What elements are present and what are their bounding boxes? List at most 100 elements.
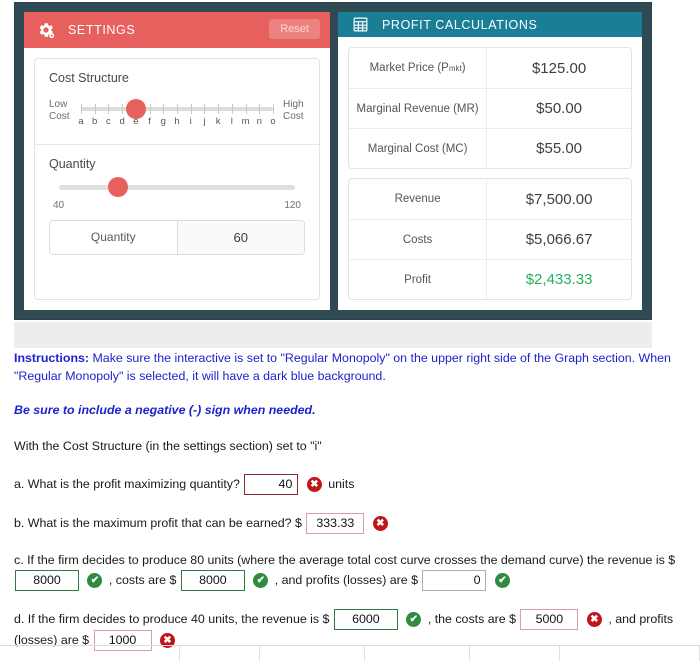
instructions-text: Make sure the interactive is set to "Reg… — [14, 351, 671, 383]
cost-structure-tick — [231, 104, 233, 114]
quantity-slider-thumb[interactable] — [108, 177, 128, 197]
profit-panel-header: PROFIT CALCULATIONS — [338, 12, 642, 37]
quantity-slider-track[interactable] — [59, 177, 295, 197]
summary-label-cell: Revenue — [349, 179, 488, 219]
question-content: Instructions: Make sure the interactive … — [14, 350, 686, 669]
quantity-range-labels: 40 120 — [53, 200, 301, 211]
quantity-input-group[interactable]: Quantity 60 — [49, 220, 305, 255]
summary-label-cell: Profit — [349, 260, 488, 299]
quantity-min-label: 40 — [53, 200, 65, 211]
part-c-costs-right-icon: ✔ — [253, 572, 269, 588]
part-c-costs-input[interactable] — [180, 569, 245, 591]
cost-structure-tick — [204, 104, 206, 114]
part-c-text-2: , costs are $ — [108, 572, 177, 587]
cost-structure-tick — [122, 104, 124, 114]
cost-structure-slider-thumb[interactable] — [125, 99, 146, 119]
cost-structure-tick-label-j[interactable]: j — [203, 116, 205, 127]
part-a-prompt: a. What is the profit maximizing quantit… — [14, 476, 240, 491]
cost-structure-setup-line: With the Cost Structure (in the settings… — [14, 438, 322, 453]
cost-structure-tick — [108, 104, 110, 114]
calculator-icon — [350, 15, 370, 35]
part-a-wrong-icon: ✖ — [306, 476, 322, 492]
profit-summary-table: Revenue $7,500.00 Costs $5,066.67 Profit $2,4… — [348, 178, 632, 300]
part-d-revenue-input[interactable] — [333, 608, 398, 630]
cost-structure-high-line1: High — [283, 99, 304, 110]
cost-structure-track-wrap[interactable]: abcdefghijklmno — [78, 99, 276, 130]
cost-structure-block: Cost Structure Low Cost abcdefghijklmno — [35, 59, 319, 144]
cost-structure-high-line2: Cost — [283, 111, 304, 122]
summary-label-cell: Costs — [349, 220, 488, 259]
widget-panels: SETTINGS Reset Cost Structure Low Cost a… — [24, 12, 642, 310]
instructions-paragraph: Instructions: Make sure the interactive … — [14, 350, 686, 386]
bottom-table-cell — [470, 646, 560, 661]
profit-panel-title: PROFIT CALCULATIONS — [382, 17, 538, 32]
cost-structure-tick-label-a[interactable]: a — [78, 116, 83, 127]
cost-structure-tick — [81, 104, 82, 114]
quantity-input-addon: Quantity — [50, 221, 177, 254]
cost-structure-tick-label-n[interactable]: n — [257, 116, 262, 127]
cost-structure-tick — [177, 104, 178, 114]
part-d-costs-input[interactable] — [520, 608, 579, 630]
part-b-answer-input[interactable] — [306, 512, 365, 534]
bottom-table-cell — [260, 646, 365, 661]
metric-label-cell: Marginal Revenue (MR) — [349, 89, 488, 128]
profit-calculations-panel: PROFIT CALCULATIONS Market Price (P mkt) $… — [338, 12, 642, 310]
metric-value-cell: $50.00 — [536, 100, 583, 117]
cost-structure-tick-label-l[interactable]: l — [231, 116, 233, 127]
metric-label-cell: Marginal Cost (MC) — [349, 129, 488, 168]
cost-structure-tick-label-o[interactable]: o — [270, 116, 275, 127]
quantity-input-value[interactable]: 60 — [176, 221, 304, 254]
profit-panel-body: Market Price (P mkt) $125.00 Marginal Reven… — [338, 37, 642, 310]
quantity-block: Quantity 40 120 Quantity 60 — [35, 144, 319, 269]
table-row: Profit $2,433.33 — [349, 259, 631, 299]
reset-button[interactable]: Reset — [269, 19, 320, 39]
metric-value-cell: $125.00 — [531, 59, 587, 77]
cost-structure-tick-label-h[interactable]: h — [174, 116, 179, 127]
table-row: Costs $5,066.67 — [349, 219, 631, 259]
part-c-profit-input[interactable] — [422, 569, 487, 591]
part-d-revenue-right-icon: ✔ — [406, 611, 422, 627]
part-d-text-1: d. If the firm decides to produce 40 uni… — [14, 611, 330, 626]
settings-panel-header: SETTINGS Reset — [24, 12, 330, 48]
cost-structure-tick — [149, 104, 151, 114]
quantity-label: Quantity — [49, 157, 96, 171]
cost-structure-tick-label-f[interactable]: f — [148, 116, 151, 127]
part-a-answer-input[interactable] — [244, 473, 299, 495]
part-c-revenue-input[interactable] — [15, 569, 79, 591]
cost-structure-tick-label-i[interactable]: i — [190, 116, 192, 127]
cost-structure-slider-row: Low Cost abcdefghijklmno High Cost — [49, 99, 305, 130]
part-d-text-3: , and — [608, 611, 636, 626]
part-d-text-2: , the costs are $ — [427, 611, 516, 626]
cost-structure-tick-label-k[interactable]: k — [216, 116, 221, 127]
cost-structure-track[interactable] — [81, 99, 274, 119]
cost-structure-tick-label-m[interactable]: m — [242, 116, 250, 127]
table-row: Market Price (P mkt) $125.00 — [349, 48, 631, 88]
question-part-c: c. If the firm decides to produce 80 uni… — [14, 552, 686, 591]
interactive-widget-frame: SETTINGS Reset Cost Structure Low Cost a… — [14, 2, 652, 320]
part-c-text-3: , and profits (losses) are $ — [274, 572, 419, 587]
widget-gray-band — [14, 322, 652, 348]
part-d-costs-wrong-icon: ✖ — [586, 611, 602, 627]
cost-structure-low-line2: Cost — [49, 111, 70, 122]
settings-card: Cost Structure Low Cost abcdefghijklmno — [34, 58, 320, 300]
cost-structure-tick-label-c[interactable]: c — [106, 116, 111, 127]
question-part-b: b. What is the maximum profit that can b… — [14, 512, 686, 534]
table-row: Marginal Revenue (MR) $50.00 — [349, 88, 631, 128]
settings-panel: SETTINGS Reset Cost Structure Low Cost a… — [24, 12, 330, 310]
cost-structure-label: Cost Structure — [49, 71, 129, 85]
part-b-prompt: b. What is the maximum profit that can b… — [14, 515, 302, 530]
summary-value-cell: $7,500.00 — [525, 190, 593, 208]
cost-structure-high-label: High Cost — [275, 99, 305, 123]
cost-structure-tick — [163, 104, 165, 114]
bottom-table-cell — [560, 646, 700, 661]
cost-structure-tick-label-d[interactable]: d — [119, 116, 124, 127]
metric-label-cell: Market Price (P mkt) — [349, 48, 488, 88]
gear-icon — [36, 20, 56, 40]
cost-structure-tick — [218, 104, 220, 114]
quantity-max-label: 120 — [284, 200, 301, 211]
cost-structure-tick-label-b[interactable]: b — [92, 116, 97, 127]
cost-structure-tick-label-g[interactable]: g — [161, 116, 166, 127]
settings-panel-body: Cost Structure Low Cost abcdefghijklmno — [24, 48, 330, 310]
part-c-profit-right-icon: ✔ — [494, 572, 510, 588]
bottom-partial-table — [0, 646, 700, 661]
